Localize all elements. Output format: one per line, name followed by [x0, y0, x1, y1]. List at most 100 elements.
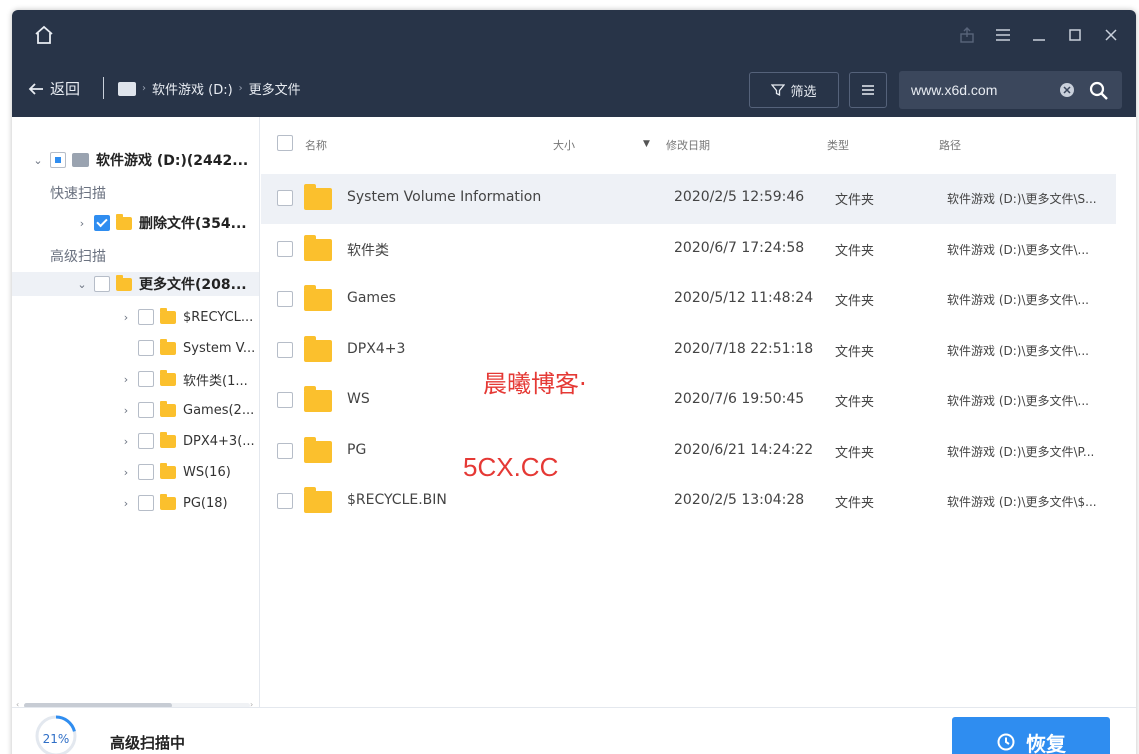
chevron-right-icon[interactable]: ›	[120, 373, 132, 386]
file-type: 文件夹	[835, 243, 875, 259]
tree-item-checkbox[interactable]	[138, 402, 154, 418]
file-list: 名称 大小 ▼ 修改日期 类型 路径 System Volume Informa…	[261, 117, 1116, 707]
search-input[interactable]	[911, 80, 1051, 100]
tree-item[interactable]: › $RECYCL...	[120, 305, 253, 329]
tree-item-label: PG(18)	[183, 495, 228, 511]
chevron-right-icon: ›	[142, 83, 146, 94]
tree-item-more-files[interactable]: ⌄ 更多文件(208...	[12, 272, 259, 296]
deleted-files-label: 删除文件(354...	[139, 216, 247, 232]
tree-item[interactable]: › 软件类(1...	[120, 367, 248, 391]
folder-icon	[304, 285, 332, 311]
share-icon[interactable]	[956, 24, 978, 46]
home-icon[interactable]	[32, 22, 56, 48]
more-files-checkbox[interactable]	[94, 276, 110, 292]
view-list-button[interactable]	[849, 72, 887, 108]
file-type: 文件夹	[835, 496, 875, 511]
table-row[interactable]: WS 2020/7/6 19:50:45 文件夹 软件游戏 (D:)\更多文件\...	[261, 376, 1116, 426]
filter-button[interactable]: 筛选	[749, 72, 839, 108]
tree-item[interactable]: › PG(18)	[120, 491, 228, 515]
table-row[interactable]: System Volume Information 2020/2/5 12:59:…	[261, 174, 1116, 224]
row-checkbox[interactable]	[277, 442, 293, 459]
table-row[interactable]: DPX4+3 2020/7/18 22:51:18 文件夹 软件游戏 (D:)\更多文…	[261, 326, 1116, 376]
tree-item[interactable]: › WS(16)	[120, 460, 231, 484]
table-row[interactable]: PG 2020/6/21 14:24:22 文件夹 软件游戏 (D:)\更多文件\P.…	[261, 427, 1116, 477]
scan-status: 高级扫描中	[110, 734, 186, 752]
back-button[interactable]: 返回	[28, 78, 80, 99]
chevron-right-icon[interactable]: ›	[76, 217, 88, 230]
tree-item-checkbox[interactable]	[138, 433, 154, 449]
folder-icon	[160, 400, 176, 417]
tree-item-checkbox[interactable]	[138, 340, 154, 356]
tree-item[interactable]: › DPX4+3(...	[120, 429, 255, 453]
nav-divider	[103, 77, 104, 99]
col-name[interactable]: 名称	[305, 137, 327, 153]
col-type[interactable]: 类型	[827, 137, 849, 153]
file-name: DPX4+3	[347, 340, 406, 357]
deleted-files-checkbox[interactable]	[94, 215, 110, 231]
tree-item-checkbox[interactable]	[138, 371, 154, 387]
table-row[interactable]: $RECYCLE.BIN 2020/2/5 13:04:28 文件夹 软件游戏 (D:…	[261, 477, 1116, 527]
chevron-right-icon[interactable]: ›	[120, 404, 132, 417]
folder-icon	[304, 436, 332, 463]
tree-root[interactable]: ⌄ 软件游戏 (D:)(2442...	[32, 148, 248, 172]
tree-item-label: 软件类(1...	[183, 373, 248, 389]
folder-icon	[160, 307, 176, 324]
advanced-scan-heading: 高级扫描	[50, 249, 106, 265]
clear-icon[interactable]	[1060, 83, 1074, 97]
select-all-checkbox[interactable]	[277, 135, 293, 151]
arrow-left-icon	[28, 82, 43, 95]
close-icon[interactable]	[1100, 24, 1122, 46]
tree-item-checkbox[interactable]	[138, 495, 154, 511]
app: 返回 › 软件游戏 (D:) › 更多文件 筛选 www.x6d.com ⌄ 软…	[0, 0, 1139, 754]
chevron-right-icon[interactable]: ›	[120, 311, 132, 324]
tree-item[interactable]: › Games(2...	[120, 398, 254, 422]
tree-item[interactable]: System V...	[120, 336, 255, 360]
file-name: WS	[347, 391, 370, 407]
chevron-down-icon[interactable]: ⌄	[76, 278, 88, 291]
drive-icon	[118, 81, 136, 96]
folder-icon	[304, 234, 332, 261]
title-bar	[12, 10, 1136, 62]
minimize-icon[interactable]	[1028, 24, 1050, 46]
row-checkbox[interactable]	[277, 240, 293, 257]
chevron-right-icon[interactable]: ›	[120, 466, 132, 479]
folder-tree: ⌄ 软件游戏 (D:)(2442... 快速扫描 › 删除文件(354... 高…	[12, 117, 260, 709]
tree-root-checkbox[interactable]	[50, 152, 66, 168]
filter-label: 筛选	[790, 84, 817, 100]
maximize-icon[interactable]	[1064, 24, 1086, 46]
file-date: 2020/7/18 22:51:18	[674, 340, 814, 357]
menu-icon[interactable]	[992, 24, 1014, 46]
file-path: 软件游戏 (D:)\更多文件\S...	[947, 192, 1097, 206]
table-row[interactable]: Games 2020/5/12 11:48:24 文件夹 软件游戏 (D:)\更多文件…	[261, 275, 1116, 325]
breadcrumb-drive[interactable]: 软件游戏 (D:)	[152, 79, 233, 98]
breadcrumb-folder[interactable]: 更多文件	[249, 79, 301, 98]
filter-icon	[771, 84, 786, 97]
folder-icon	[304, 335, 332, 362]
recover-button[interactable]: 恢复	[952, 717, 1110, 754]
row-checkbox[interactable]	[277, 291, 293, 307]
chevron-right-icon[interactable]: ›	[120, 497, 132, 510]
chevron-right-icon[interactable]: ›	[120, 435, 132, 448]
row-checkbox[interactable]	[277, 341, 293, 358]
folder-icon	[116, 274, 132, 291]
tree-item-deleted-files[interactable]: › 删除文件(354...	[76, 211, 247, 235]
search-icon[interactable]	[1088, 80, 1110, 102]
folder-icon	[160, 338, 176, 355]
file-name: Games	[347, 290, 396, 306]
list-header: 名称 大小 ▼ 修改日期 类型 路径	[261, 117, 1116, 169]
col-path[interactable]: 路径	[939, 137, 961, 153]
row-checkbox[interactable]	[277, 190, 293, 206]
sort-down-icon[interactable]: ▼	[643, 139, 650, 149]
tree-item-checkbox[interactable]	[138, 309, 154, 325]
col-size[interactable]: 大小	[553, 137, 575, 153]
folder-icon	[304, 184, 332, 210]
folder-icon	[116, 213, 132, 230]
progress-percent: 21%	[42, 732, 70, 746]
col-date[interactable]: 修改日期	[666, 137, 710, 153]
row-checkbox[interactable]	[277, 493, 293, 509]
table-row[interactable]: 软件类 2020/6/7 17:24:58 文件夹 软件游戏 (D:)\更多文件\..…	[261, 225, 1116, 275]
chevron-down-icon[interactable]: ⌄	[32, 154, 44, 167]
tree-item-checkbox[interactable]	[138, 464, 154, 480]
file-path: 软件游戏 (D:)\更多文件\P...	[947, 444, 1095, 459]
row-checkbox[interactable]	[277, 392, 293, 408]
